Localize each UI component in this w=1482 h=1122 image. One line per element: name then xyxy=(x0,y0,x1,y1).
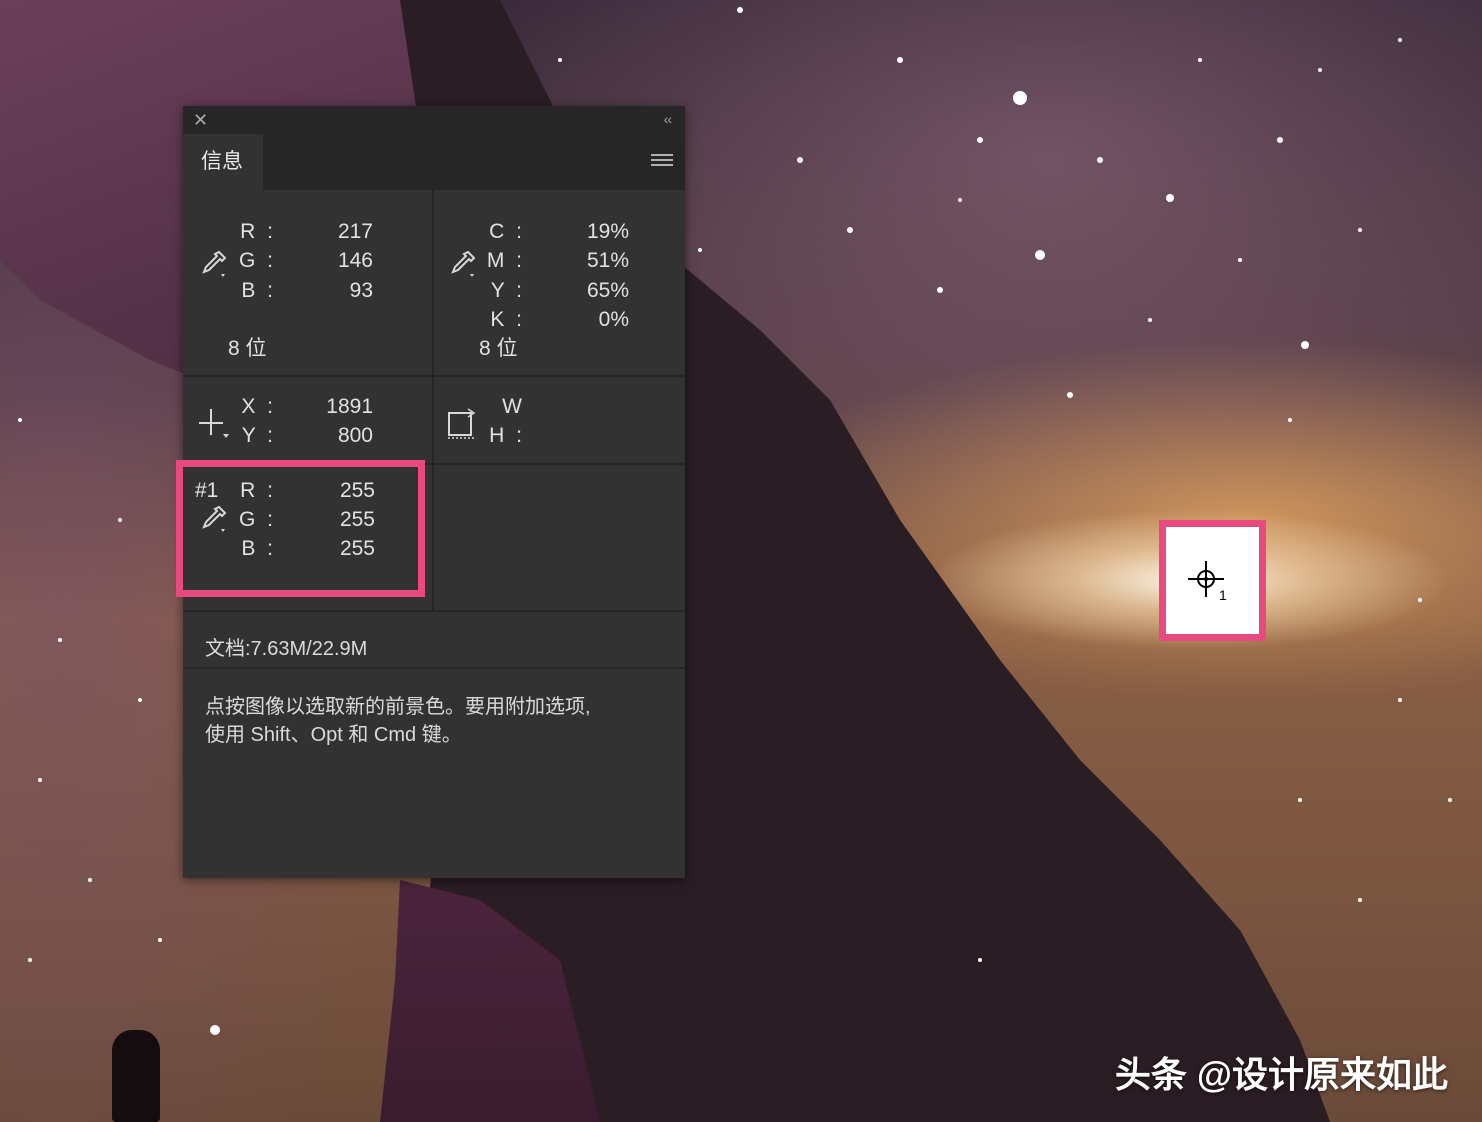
rgb-readout: R : G : B : 217 146 93 8 位 xyxy=(183,190,432,375)
label-m: M : xyxy=(486,249,525,272)
bit-depth: 8 位 xyxy=(479,337,518,360)
crosshair-icon[interactable] xyxy=(197,407,231,441)
value-b: 93 xyxy=(349,279,373,302)
panel-tabbar: 信息 xyxy=(183,134,685,190)
sampler-highlight-box xyxy=(1159,520,1266,641)
position-readout: X : Y : 1891 800 xyxy=(183,377,432,463)
value-g: 146 xyxy=(337,249,373,272)
label-b: B : xyxy=(241,279,276,302)
panel-titlebar: ✕ ‹‹ xyxy=(183,106,685,134)
divider xyxy=(183,667,685,669)
label-y: Y : xyxy=(241,424,276,447)
value-k: 0% xyxy=(598,308,629,331)
tab-info[interactable]: 信息 xyxy=(183,134,263,190)
watermark: 头条 @设计原来如此 xyxy=(1114,1054,1448,1095)
value-m: 51% xyxy=(586,249,629,272)
label-k: K : xyxy=(490,308,525,331)
eyedropper-icon[interactable] xyxy=(197,248,229,282)
close-icon[interactable]: ✕ xyxy=(193,110,208,131)
value-y: 65% xyxy=(586,279,629,302)
selection-size-icon xyxy=(448,408,476,439)
sampler-readout-highlight-box xyxy=(176,460,425,597)
size-readout: W : H : xyxy=(434,377,685,463)
collapse-icon[interactable]: ‹‹ xyxy=(664,111,672,127)
label-y: Y : xyxy=(490,279,525,302)
person-silhouette xyxy=(112,1030,160,1122)
document-size: 文档:7.63M/22.9M xyxy=(205,638,368,660)
divider xyxy=(183,610,685,612)
value-y: 800 xyxy=(337,424,373,447)
bit-depth: 8 位 xyxy=(228,337,267,360)
label-r: R : xyxy=(240,220,276,243)
label-x: X : xyxy=(241,395,276,418)
value-x: 1891 xyxy=(326,395,373,418)
hint-text-line1: 点按图像以选取新的前景色。要用附加选项, xyxy=(205,696,591,718)
value-c: 19% xyxy=(586,220,629,243)
cmyk-readout: C : M : Y : K : 19% 51% 65% 0% 8 位 xyxy=(434,190,685,375)
eyedropper-icon[interactable] xyxy=(446,248,478,282)
hint-text-line2: 使用 Shift、Opt 和 Cmd 键。 xyxy=(205,724,462,746)
label-c: C : xyxy=(489,220,525,243)
label-g: G : xyxy=(238,249,276,272)
label-h: H : xyxy=(489,424,525,447)
value-r: 217 xyxy=(337,220,373,243)
panel-menu-icon[interactable] xyxy=(651,154,673,168)
